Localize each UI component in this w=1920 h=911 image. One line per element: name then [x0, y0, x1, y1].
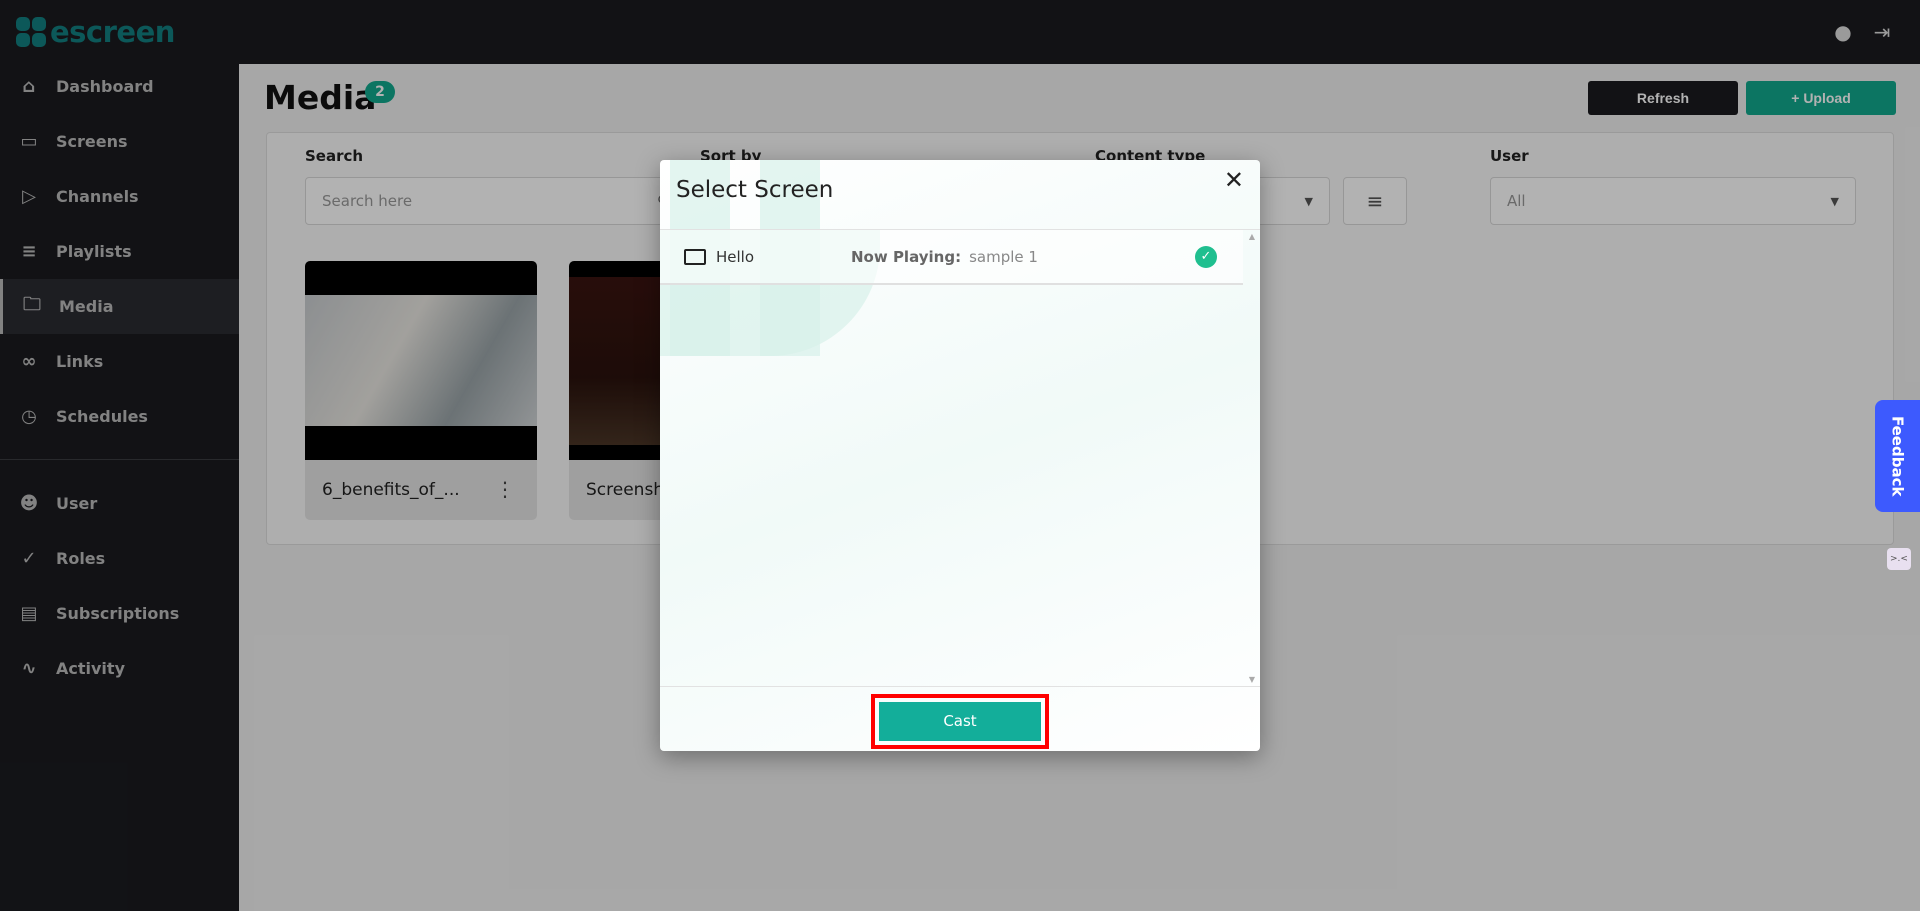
close-icon[interactable]: ✕ [1224, 166, 1244, 194]
screen-list: Hello Now Playing: sample 1 ✓ [660, 230, 1245, 686]
monitor-icon [684, 248, 706, 265]
now-playing-value: sample 1 [969, 247, 1038, 266]
scroll-up-icon[interactable]: ▲ [1245, 232, 1259, 241]
screen-row[interactable]: Hello Now Playing: sample 1 ✓ [660, 230, 1243, 285]
select-screen-modal: Select Screen ✕ Hello Now Playing: sampl… [660, 160, 1260, 751]
scrollbar[interactable]: ▲ ▼ [1245, 230, 1259, 686]
modal-footer: Cast [660, 686, 1260, 751]
now-playing-label: Now Playing: [851, 247, 962, 266]
check-circle-icon[interactable]: ✓ [1195, 245, 1217, 268]
chat-widget-icon[interactable]: >.< [1887, 548, 1911, 570]
scroll-down-icon[interactable]: ▼ [1245, 675, 1259, 684]
feedback-tab[interactable]: Feedback [1875, 400, 1920, 512]
screen-name: Hello [716, 247, 755, 266]
modal-title: Select Screen [676, 177, 834, 203]
cast-button[interactable]: Cast [879, 702, 1041, 741]
